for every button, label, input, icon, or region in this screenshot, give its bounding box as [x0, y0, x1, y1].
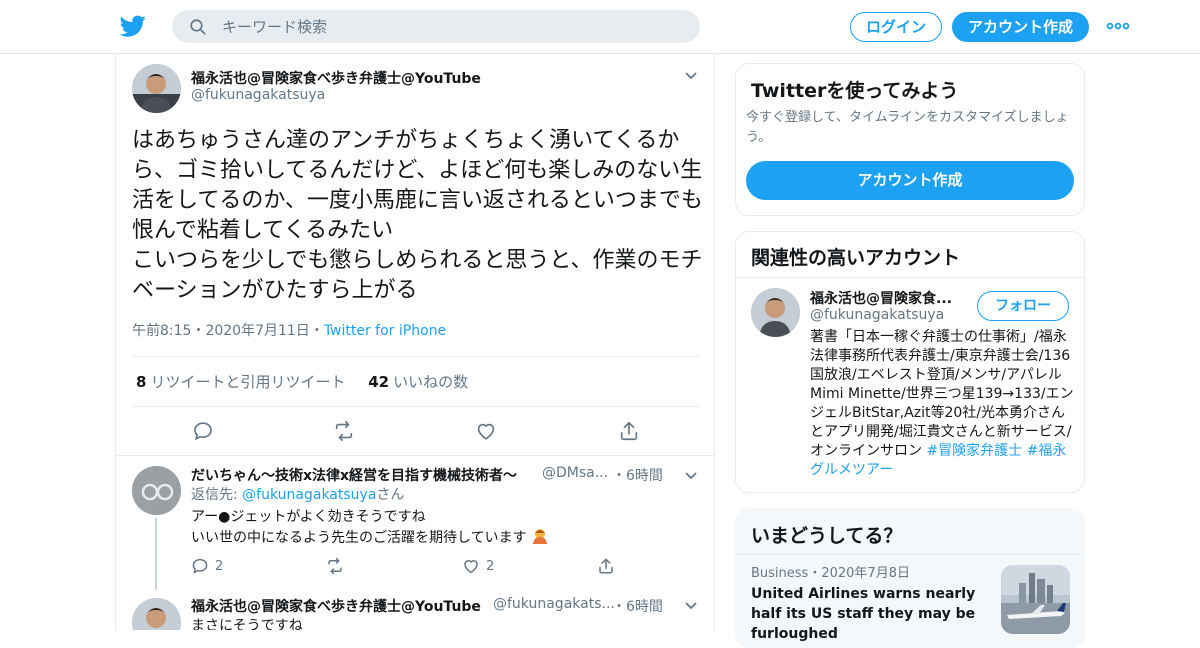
- reply-time[interactable]: ・6時間: [612, 596, 663, 616]
- divider: [736, 277, 1084, 278]
- bio-text: 著書「日本一稼ぐ弁護士の仕事術」/福永法律事務所代表弁護士/東京弁護士会/136…: [810, 329, 1074, 459]
- chevron-down-icon[interactable]: [684, 601, 698, 611]
- trends-card: いまどうしてる？ Business・2020年7月8日 United Airli…: [735, 508, 1085, 648]
- related-accounts-title: 関連性の高いアカウント: [751, 247, 961, 269]
- reply-icon[interactable]: [192, 420, 214, 442]
- reply-to-handle[interactable]: @fukunagakatsuya: [242, 487, 376, 503]
- retweet-icon[interactable]: [333, 420, 355, 442]
- tweet-stats: 8 リツイートと引用リツイート 42 いいねの数: [136, 371, 468, 392]
- related-account-handle[interactable]: @fukunagakatsuya: [810, 307, 944, 323]
- like-count: 42: [368, 373, 390, 391]
- avatar-photo: [132, 598, 181, 630]
- airplane-city-image: [1001, 565, 1070, 634]
- avatar[interactable]: [132, 64, 181, 113]
- share-icon: [599, 558, 613, 574]
- twitter-logo-icon[interactable]: [120, 13, 146, 39]
- trend-category: Business: [751, 566, 809, 581]
- avatar[interactable]: [132, 598, 181, 630]
- like-stat[interactable]: 42 いいねの数: [368, 373, 468, 391]
- thread-line: [155, 518, 157, 590]
- reply-author-name[interactable]: 福永活也@冒険家食べ歩き弁護士@YouTube: [191, 596, 481, 616]
- reply-text-line: まさにそうですね: [191, 618, 303, 630]
- divider: [132, 356, 700, 357]
- signup-card-title: Twitterを使ってみよう: [751, 80, 959, 102]
- tweet-time[interactable]: 午前8:15: [132, 323, 191, 339]
- search-icon: [190, 19, 206, 35]
- more-icon[interactable]: [1106, 16, 1130, 36]
- tweet-meta: 午前8:15・2020年7月11日・Twitter for iPhone: [132, 320, 446, 340]
- retweet-icon: [328, 557, 342, 575]
- tweet-author-handle[interactable]: @fukunagakatsuya: [191, 87, 325, 103]
- reply-to-suffix: さん: [376, 487, 405, 503]
- search-input[interactable]: [222, 10, 682, 43]
- trend-thumbnail[interactable]: [1001, 565, 1070, 634]
- avatar[interactable]: [132, 466, 181, 515]
- reply-to-prefix: 返信先:: [191, 487, 243, 503]
- chevron-down-icon[interactable]: [684, 471, 698, 481]
- like-icon: [464, 560, 478, 574]
- reply-time[interactable]: ・6時間: [612, 465, 663, 485]
- like-icon[interactable]: [475, 420, 497, 442]
- meta-separator: ・: [309, 323, 324, 339]
- tweet-text: はあちゅうさん達のアンチがちょくちょく湧いてくるから、ゴミ拾いしてるんだけど、よ…: [132, 128, 703, 303]
- hashtag-link[interactable]: #冒険家弁護士: [926, 443, 1022, 459]
- reply-reply-action[interactable]: 2: [191, 557, 223, 575]
- reply-share-action[interactable]: [597, 557, 615, 575]
- reply-to: 返信先: @fukunagakatsuyaさん: [191, 485, 404, 505]
- related-account-name[interactable]: 福永活也@冒険家食...: [810, 288, 952, 308]
- divider: [116, 455, 714, 456]
- follow-button[interactable]: フォロー: [977, 291, 1069, 321]
- reply-like-action[interactable]: 2: [462, 557, 494, 575]
- avatar-photo: [751, 288, 800, 337]
- reply-text-line: アー●ジェットがよく効きそうですね: [191, 509, 426, 525]
- divider: [736, 554, 1084, 555]
- trend-meta: Business・2020年7月8日: [751, 564, 910, 584]
- retweet-count: 8: [136, 373, 147, 391]
- chevron-down-icon[interactable]: [684, 71, 698, 81]
- reply-icon: [192, 558, 208, 574]
- tweet-date[interactable]: 2020年7月11日: [205, 323, 309, 339]
- trends-title: いまどうしてる？: [751, 525, 903, 547]
- avatar[interactable]: [751, 288, 800, 337]
- reply-count: 2: [215, 558, 224, 574]
- avatar-photo: [132, 466, 181, 515]
- retweet-stat[interactable]: 8 リツイートと引用リツイート: [136, 373, 345, 391]
- retweet-stat-label: リツイートと引用リツイート: [150, 373, 346, 391]
- like-stat-label: いいねの数: [393, 373, 469, 391]
- search-box[interactable]: [172, 10, 700, 43]
- reply-text-line: いい世の中になるよう先生のご活躍を期待しています: [191, 527, 549, 548]
- trend-date: 2020年7月8日: [821, 566, 910, 581]
- tweet-author-name[interactable]: 福永活也@冒険家食べ歩き弁護士@YouTube: [191, 68, 481, 88]
- bowing-emoji-icon: [533, 529, 548, 544]
- timeline-column: 福永活也@冒険家食べ歩き弁護士@YouTube @fukunagakatsuya…: [115, 54, 715, 630]
- reply-author-handle[interactable]: @fukunagakats...: [493, 596, 615, 612]
- reply-text-line-content: いい世の中になるよう先生のご活躍を期待しています: [191, 530, 527, 546]
- related-accounts-card: 関連性の高いアカウント 福永活也@冒険家食... @fukunagakatsuy…: [735, 231, 1085, 493]
- signup-card-description: 今すぐ登録して、タイムラインをカスタマイズしましょう。: [746, 110, 1069, 145]
- like-count: 2: [486, 558, 495, 574]
- signup-button[interactable]: アカウント作成: [952, 12, 1089, 42]
- signup-card-button[interactable]: アカウント作成: [746, 161, 1074, 200]
- divider: [132, 406, 700, 407]
- reply-retweet-action[interactable]: [326, 557, 344, 575]
- signup-card: Twitterを使ってみよう 今すぐ登録して、タイムラインをカスタマイズしましょ…: [735, 63, 1085, 216]
- trend-separator: ・: [808, 566, 822, 581]
- avatar-photo: [132, 64, 181, 113]
- reply-author-name[interactable]: だいちゃん～技術x法律x経営を目指す機械技術者～: [191, 465, 517, 485]
- share-icon[interactable]: [618, 420, 640, 442]
- tweet-source[interactable]: Twitter for iPhone: [324, 323, 446, 339]
- trend-headline[interactable]: United Airlines warns nearly half its US…: [751, 584, 991, 644]
- related-account-bio: 著書「日本一稼ぐ弁護士の仕事術」/福永法律事務所代表弁護士/東京弁護士会/136…: [810, 328, 1076, 480]
- reply-author-handle[interactable]: @DMsa...: [542, 465, 608, 481]
- meta-separator: ・: [191, 323, 206, 339]
- top-bar: ログイン アカウント作成: [0, 0, 1200, 54]
- login-button[interactable]: ログイン: [850, 12, 942, 42]
